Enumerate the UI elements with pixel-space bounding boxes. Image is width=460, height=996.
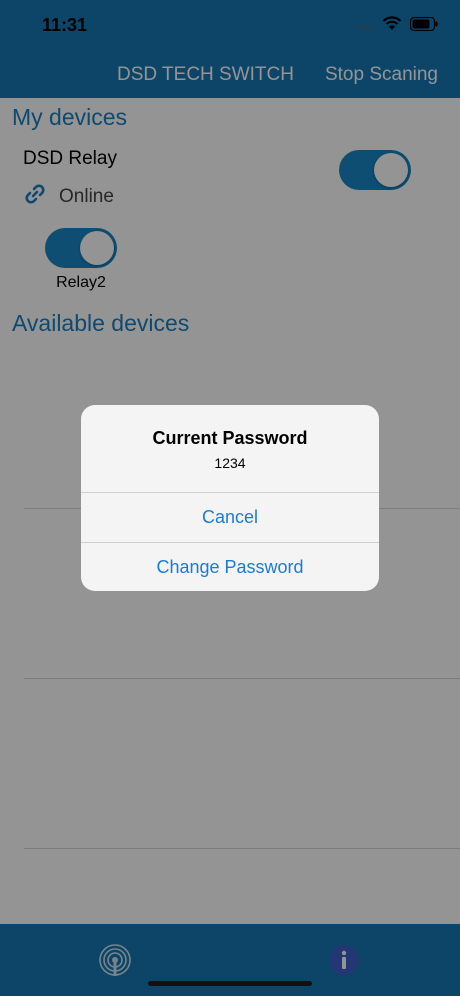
change-password-button[interactable]: Change Password [81,543,379,591]
password-alert-dialog: Current Password 1234 Cancel Change Pass… [81,405,379,591]
alert-title: Current Password [152,428,308,448]
home-indicator [148,981,312,986]
cancel-button[interactable]: Cancel [81,493,379,542]
alert-message: 1234 [214,455,246,471]
